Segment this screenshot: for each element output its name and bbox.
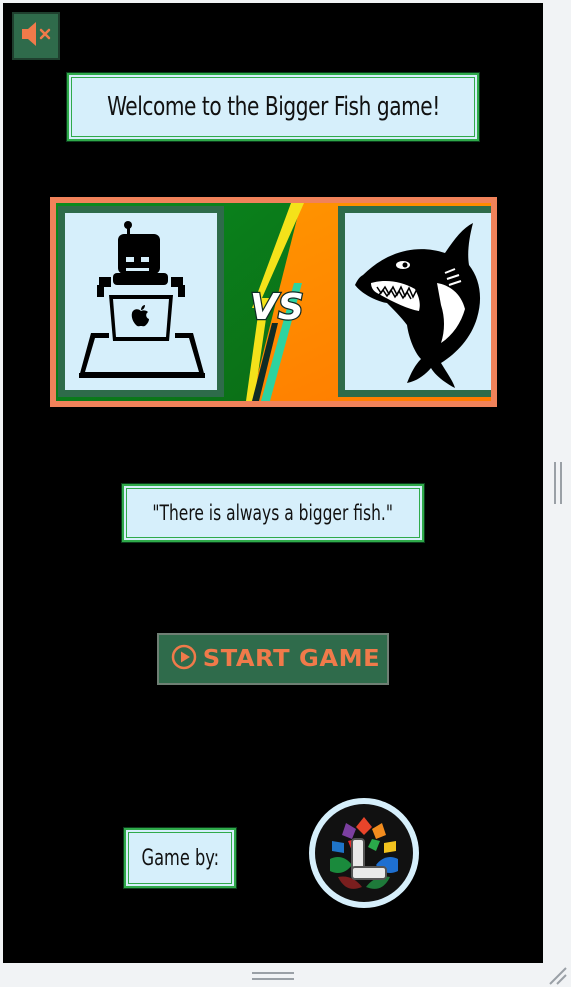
- credit-label: Game by:: [141, 845, 219, 871]
- versus-panel: VS: [50, 197, 497, 407]
- robot-laptop-icon: [79, 221, 205, 378]
- quote-text: "There is always a bigger fish.": [152, 501, 394, 525]
- shark-icon: [355, 223, 481, 388]
- speaker-muted-icon: [19, 19, 53, 54]
- welcome-title: Welcome to the Bigger Fish game!: [67, 73, 479, 141]
- viewport-frame: Welcome to the Bigger Fish game! VS "The…: [0, 0, 571, 987]
- quote-box: "There is always a bigger fish.": [122, 484, 424, 542]
- developer-logo[interactable]: [308, 797, 420, 909]
- horizontal-resize-handle[interactable]: [252, 970, 294, 982]
- game-screen: Welcome to the Bigger Fish game! VS "The…: [3, 3, 543, 963]
- play-circle-icon: [171, 644, 197, 675]
- credit-box: Game by:: [124, 828, 236, 888]
- start-game-label: START GAME: [202, 646, 380, 672]
- corner-resize-handle[interactable]: [546, 964, 568, 986]
- vertical-resize-handle[interactable]: [552, 462, 564, 504]
- mute-button[interactable]: [12, 12, 60, 60]
- start-game-button[interactable]: START GAME: [157, 633, 389, 685]
- versus-text: VS: [250, 287, 304, 328]
- shark-card: [338, 206, 491, 397]
- robot-card: [58, 206, 224, 397]
- versus-emblem: VS: [249, 286, 305, 330]
- welcome-title-text: Welcome to the Bigger Fish game!: [106, 92, 440, 122]
